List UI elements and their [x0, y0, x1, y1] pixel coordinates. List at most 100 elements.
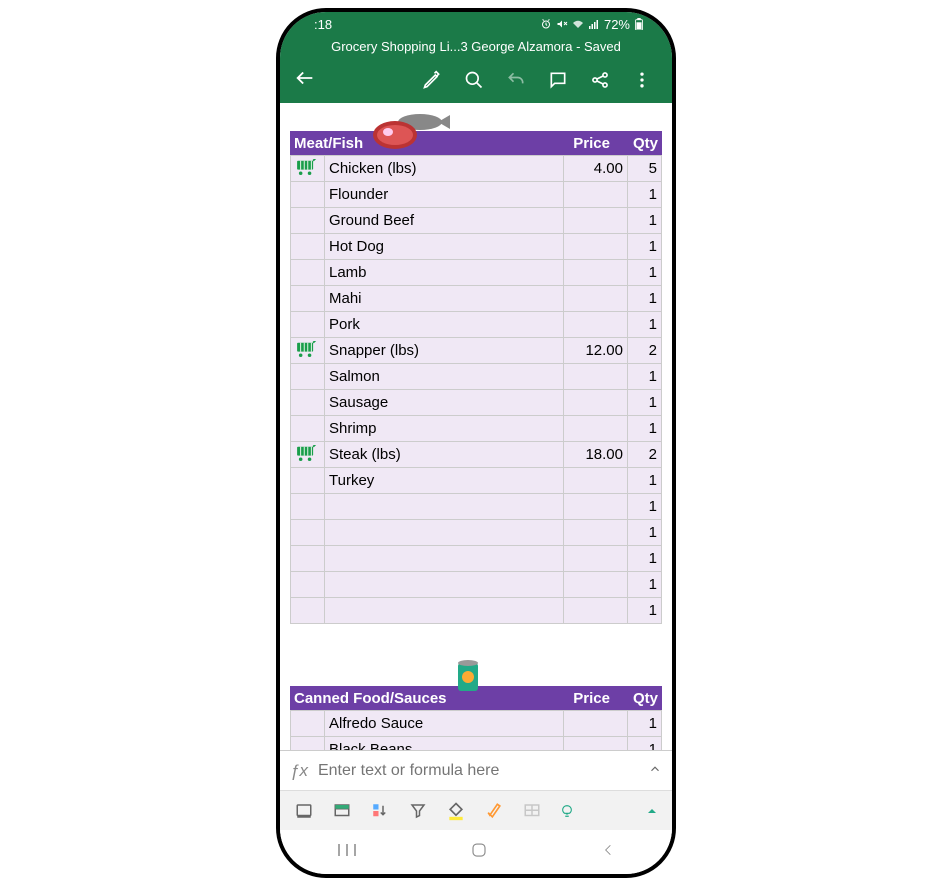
table-row[interactable]: 1: [291, 598, 662, 624]
table-row[interactable]: Flounder 1: [291, 182, 662, 208]
item-cell[interactable]: Salmon: [325, 364, 564, 390]
qty-cell[interactable]: 1: [628, 737, 662, 751]
price-cell[interactable]: [564, 312, 628, 338]
format-painter-icon[interactable]: [484, 801, 504, 821]
qty-cell[interactable]: 1: [628, 390, 662, 416]
cart-cell[interactable]: [291, 182, 325, 208]
formula-input[interactable]: [318, 762, 648, 780]
cart-cell[interactable]: [291, 711, 325, 737]
qty-cell[interactable]: 1: [628, 711, 662, 737]
table-row[interactable]: Steak (lbs)18.002: [291, 442, 662, 468]
price-cell[interactable]: 12.00: [564, 338, 628, 364]
filter-icon[interactable]: [408, 802, 428, 820]
spreadsheet[interactable]: Meat/Fish Price Qty Chicken (lbs)4.005Fl…: [280, 103, 672, 750]
price-cell[interactable]: [564, 468, 628, 494]
table-row[interactable]: Lamb1: [291, 260, 662, 286]
qty-cell[interactable]: 1: [628, 182, 662, 208]
price-cell[interactable]: 18.00: [564, 442, 628, 468]
cart-cell[interactable]: [291, 234, 325, 260]
cart-cell[interactable]: [291, 520, 325, 546]
cart-cell[interactable]: [291, 468, 325, 494]
item-cell[interactable]: Alfredo Sauce: [325, 711, 564, 737]
share-icon[interactable]: [590, 70, 610, 90]
item-cell[interactable]: [325, 546, 564, 572]
qty-cell[interactable]: 1: [628, 494, 662, 520]
canned-table[interactable]: Alfredo Sauce 1 Black Beans 1: [290, 710, 662, 750]
item-cell[interactable]: Steak (lbs): [325, 442, 564, 468]
price-cell[interactable]: [564, 286, 628, 312]
qty-cell[interactable]: 1: [628, 468, 662, 494]
qty-cell[interactable]: 1: [628, 416, 662, 442]
recent-apps-button[interactable]: [337, 842, 357, 863]
cart-cell[interactable]: [291, 156, 325, 182]
back-button[interactable]: [294, 67, 316, 94]
fill-color-icon[interactable]: [446, 801, 466, 821]
table-row[interactable]: 1: [291, 572, 662, 598]
price-cell[interactable]: [564, 390, 628, 416]
item-cell[interactable]: Turkey: [325, 468, 564, 494]
price-cell[interactable]: [564, 364, 628, 390]
price-cell[interactable]: [564, 737, 628, 751]
cart-cell[interactable]: [291, 390, 325, 416]
table-icon[interactable]: [522, 802, 542, 820]
qty-cell[interactable]: 1: [628, 520, 662, 546]
item-cell[interactable]: Mahi: [325, 286, 564, 312]
item-cell[interactable]: Ground Beef: [325, 208, 564, 234]
price-cell[interactable]: [564, 234, 628, 260]
table-row[interactable]: 1: [291, 520, 662, 546]
card-view-icon[interactable]: [294, 802, 314, 820]
cart-cell[interactable]: [291, 312, 325, 338]
price-cell[interactable]: [564, 546, 628, 572]
item-cell[interactable]: Flounder: [325, 182, 564, 208]
table-row[interactable]: Chicken (lbs)4.005: [291, 156, 662, 182]
cart-cell[interactable]: [291, 364, 325, 390]
price-cell[interactable]: [564, 711, 628, 737]
collapse-icon[interactable]: [646, 805, 658, 817]
item-cell[interactable]: Black Beans: [325, 737, 564, 751]
back-nav-button[interactable]: [601, 841, 615, 864]
table-row[interactable]: Salmon 1: [291, 364, 662, 390]
cart-cell[interactable]: [291, 260, 325, 286]
comment-icon[interactable]: [548, 70, 568, 90]
qty-cell[interactable]: 1: [628, 286, 662, 312]
search-icon[interactable]: [464, 70, 484, 90]
item-cell[interactable]: Pork: [325, 312, 564, 338]
table-row[interactable]: Turkey 1: [291, 468, 662, 494]
cart-cell[interactable]: [291, 338, 325, 364]
table-row[interactable]: Pork 1: [291, 312, 662, 338]
qty-cell[interactable]: 1: [628, 312, 662, 338]
cart-cell[interactable]: [291, 208, 325, 234]
meat-table[interactable]: Chicken (lbs)4.005Flounder1Ground Beef1H…: [290, 155, 662, 624]
item-cell[interactable]: [325, 494, 564, 520]
cart-cell[interactable]: [291, 286, 325, 312]
undo-icon[interactable]: [506, 70, 526, 90]
price-cell[interactable]: [564, 208, 628, 234]
qty-cell[interactable]: 1: [628, 572, 662, 598]
more-icon[interactable]: [632, 70, 652, 90]
table-row[interactable]: Sausage1: [291, 390, 662, 416]
cart-cell[interactable]: [291, 598, 325, 624]
qty-cell[interactable]: 1: [628, 208, 662, 234]
table-row[interactable]: Alfredo Sauce 1: [291, 711, 662, 737]
table-row[interactable]: Ground Beef 1: [291, 208, 662, 234]
pen-icon[interactable]: [422, 70, 442, 90]
price-cell[interactable]: [564, 598, 628, 624]
qty-cell[interactable]: 1: [628, 598, 662, 624]
table-row[interactable]: Black Beans 1: [291, 737, 662, 751]
qty-cell[interactable]: 2: [628, 338, 662, 364]
item-cell[interactable]: Lamb: [325, 260, 564, 286]
item-cell[interactable]: Shrimp: [325, 416, 564, 442]
bulb-icon[interactable]: [560, 801, 574, 821]
price-cell[interactable]: [564, 520, 628, 546]
qty-cell[interactable]: 1: [628, 364, 662, 390]
qty-cell[interactable]: 1: [628, 546, 662, 572]
qty-cell[interactable]: 5: [628, 156, 662, 182]
table-row[interactable]: 1: [291, 546, 662, 572]
table-row[interactable]: Hot Dog1: [291, 234, 662, 260]
table-row[interactable]: Snapper (lbs)12.002: [291, 338, 662, 364]
sort-icon[interactable]: [370, 802, 390, 820]
price-cell[interactable]: [564, 182, 628, 208]
item-cell[interactable]: [325, 598, 564, 624]
cart-cell[interactable]: [291, 572, 325, 598]
headers-icon[interactable]: [332, 802, 352, 820]
